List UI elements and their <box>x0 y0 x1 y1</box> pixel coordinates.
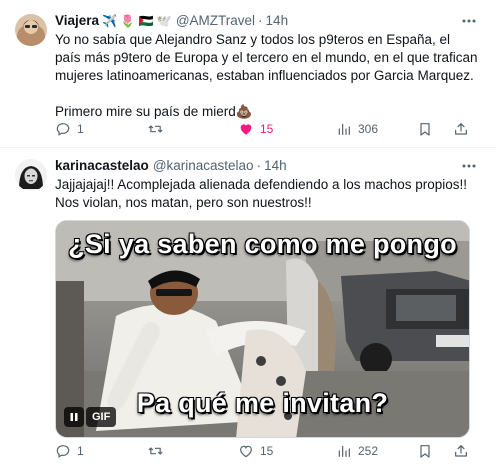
separator-dot: · <box>258 13 263 28</box>
avatar[interactable] <box>15 14 47 46</box>
display-name[interactable]: Viajera <box>55 12 99 30</box>
user-handle[interactable]: @karinacastelao <box>153 157 254 175</box>
tweet[interactable]: Viajera ✈️ 🌷 🇵🇸 🕊️ @AMZTravel · 14h Yo n… <box>0 0 496 148</box>
heart-icon <box>240 124 252 135</box>
timestamp[interactable]: 14h <box>266 12 289 30</box>
tweet-actions: 1 15 252 <box>55 442 478 460</box>
retweet-button[interactable] <box>147 121 170 137</box>
tweet-paragraph: Yo no sabía que Alejandro Sanz y todos l… <box>55 32 478 83</box>
share-icon <box>455 123 467 135</box>
like-count: 15 <box>260 444 274 458</box>
user-handle[interactable]: @AMZTravel <box>176 12 255 30</box>
bookmark-button[interactable] <box>417 121 433 137</box>
bookmark-icon <box>420 123 430 136</box>
views-icon <box>338 445 350 457</box>
tweet-text: Yo no sabía que Alejandro Sanz y todos l… <box>55 31 478 121</box>
tweet[interactable]: karinacastelao @karinacastelao · 14h Jaj… <box>0 149 496 464</box>
pause-icon[interactable] <box>64 407 84 427</box>
gif-media[interactable]: ¿Si ya saben como me pongo Pa qué me inv… <box>55 220 470 438</box>
gif-caption-bottom: Pa qué me invitan? <box>136 388 389 418</box>
like-count: 15 <box>260 122 274 136</box>
bookmark-button[interactable] <box>417 443 433 459</box>
share-button[interactable] <box>453 443 469 459</box>
views-button[interactable]: 252 <box>336 443 378 459</box>
tweet-header: karinacastelao @karinacastelao · 14h <box>55 157 478 175</box>
reply-icon <box>56 445 70 458</box>
tweet-header: Viajera ✈️ 🌷 🇵🇸 🕊️ @AMZTravel · 14h <box>55 12 478 30</box>
tweet-paragraph: Primero mire su país de mierd💩 <box>55 104 253 119</box>
like-button[interactable]: 15 <box>238 443 273 459</box>
retweet-icon <box>148 447 163 455</box>
reply-button[interactable]: 1 <box>55 443 84 459</box>
display-name[interactable]: karinacastelao <box>55 157 149 175</box>
reply-count: 1 <box>77 122 84 136</box>
reply-button[interactable]: 1 <box>55 121 84 137</box>
views-count: 252 <box>358 444 379 458</box>
views-button[interactable]: 306 <box>336 121 378 137</box>
timestamp[interactable]: 14h <box>264 157 287 175</box>
name-emojis: ✈️ 🌷 🇵🇸 🕊️ <box>102 14 172 28</box>
tweet-actions: 1 15 306 <box>55 120 478 138</box>
retweet-button[interactable] <box>147 443 170 459</box>
views-icon <box>338 123 350 135</box>
tweet-text: Jajjajajaj!! Acomplejada alienada defend… <box>55 176 478 212</box>
retweet-icon <box>148 125 163 133</box>
more-horizontal-icon[interactable] <box>458 157 478 175</box>
avatar[interactable] <box>15 159 47 191</box>
share-button[interactable] <box>453 121 469 137</box>
gif-caption-top: ¿Si ya saben como me pongo <box>68 229 457 259</box>
more-horizontal-icon[interactable] <box>458 12 478 30</box>
reply-count: 1 <box>77 444 84 458</box>
like-button[interactable]: 15 <box>238 121 273 137</box>
share-icon <box>455 445 467 457</box>
views-count: 306 <box>358 122 379 136</box>
bookmark-icon <box>420 445 430 458</box>
tweet-paragraph: Jajjajajaj!! Acomplejada alienada defend… <box>55 177 468 210</box>
gif-badge: GIF <box>86 407 117 427</box>
gif-controls: GIF <box>64 407 117 427</box>
reply-icon <box>56 123 70 136</box>
separator-dot: · <box>256 158 262 173</box>
heart-icon <box>240 445 252 458</box>
